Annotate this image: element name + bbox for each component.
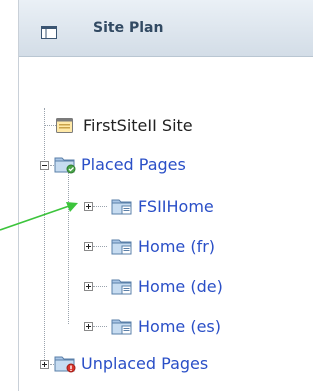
- expand-toggle[interactable]: [84, 202, 93, 211]
- tree-node-root[interactable]: FirstSiteII Site: [56, 113, 193, 137]
- placed-pages-folder-icon: [54, 154, 76, 174]
- panel-title: Site Plan: [93, 20, 164, 36]
- page-folder-icon: [111, 236, 133, 256]
- tree-node-placed-pages[interactable]: Placed Pages: [54, 152, 186, 176]
- unplaced-pages-folder-icon: [54, 353, 76, 373]
- tree-node-label: FirstSiteII Site: [83, 115, 193, 135]
- tree-node-page[interactable]: Home (es): [111, 314, 221, 338]
- tree-connector: [93, 286, 107, 287]
- tree-connector: [93, 246, 107, 247]
- tree-node-unplaced-pages[interactable]: Unplaced Pages: [54, 351, 208, 375]
- panel-titlebar: Site Plan: [19, 0, 313, 57]
- tree-connector: [93, 326, 107, 327]
- tree-connector: [68, 172, 69, 324]
- page-folder-icon: [111, 196, 133, 216]
- collapse-toggle[interactable]: [40, 161, 49, 170]
- page-folder-icon: [111, 276, 133, 296]
- tree-node-page[interactable]: Home (de): [111, 274, 223, 298]
- tree-connector: [44, 108, 45, 362]
- expand-toggle[interactable]: [84, 282, 93, 291]
- expand-toggle[interactable]: [40, 360, 49, 369]
- tree-node-label: Home (es): [138, 316, 221, 336]
- tree-node-label: FSIIHome: [138, 196, 214, 216]
- site-plan-icon: [41, 24, 57, 43]
- expand-toggle[interactable]: [84, 322, 93, 331]
- expand-toggle[interactable]: [84, 242, 93, 251]
- site-icon: [56, 117, 73, 134]
- tree-node-label: Unplaced Pages: [81, 353, 209, 373]
- tree-node-label: Home (fr): [138, 236, 216, 256]
- tree-node-label: Home (de): [138, 276, 223, 296]
- tree-node-label: Placed Pages: [81, 154, 186, 174]
- tree-node-page[interactable]: FSIIHome: [111, 194, 214, 218]
- tree-connector: [93, 206, 107, 207]
- tree-node-page[interactable]: Home (fr): [111, 234, 215, 258]
- site-plan-screen: Site Plan FirstSiteII Site Placed Pages …: [0, 0, 313, 391]
- tree-connector: [44, 125, 56, 126]
- page-folder-icon: [111, 316, 133, 336]
